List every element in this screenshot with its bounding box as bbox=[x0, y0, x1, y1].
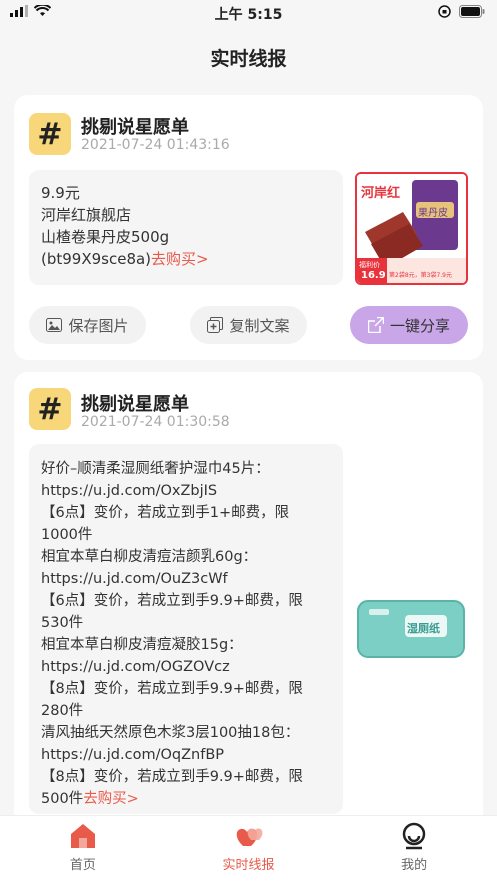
post-line: 530件 bbox=[41, 615, 84, 631]
share-label: 一键分享 bbox=[389, 316, 450, 335]
tab-bar: 首页 实时线报 我的 bbox=[0, 815, 497, 883]
copy-text-label: 复制文案 bbox=[229, 316, 290, 335]
post-title: 挑剔说星愿单 bbox=[81, 117, 189, 138]
tab-live[interactable]: 实时线报 bbox=[166, 816, 332, 883]
product-name: 湿厕纸 bbox=[407, 622, 440, 635]
post-time: 2021-07-24 01:43:16 bbox=[81, 137, 230, 153]
save-image-label: 保存图片 bbox=[68, 316, 129, 335]
image-icon bbox=[46, 318, 63, 332]
post-line: 山楂卷果丹皮500g bbox=[41, 228, 170, 246]
hashtag-icon: # bbox=[29, 113, 71, 155]
post-line: 500件去购买> bbox=[41, 791, 139, 807]
product-brand: 河岸红 bbox=[361, 186, 401, 201]
post-line: 【6点】变价，若成立到手1+邮费，限 bbox=[41, 505, 290, 521]
post-text[interactable]: 好价–顺清柔湿厕纸奢护湿巾45片： https://u.jd.com/OxZbj… bbox=[29, 444, 343, 814]
price-value: 16.9 bbox=[361, 270, 386, 281]
post-line: (bt99X9sce8a)去购买> bbox=[41, 250, 209, 268]
post-line: 280件 bbox=[41, 703, 84, 719]
hearts-icon bbox=[236, 828, 262, 846]
post-line: 【8点】变价，若成立到手9.9+邮费，限 bbox=[41, 681, 303, 697]
post-title: 挑剔说星愿单 bbox=[81, 394, 189, 415]
product-name: 果丹皮 bbox=[418, 208, 448, 219]
save-image-button[interactable]: 保存图片 bbox=[29, 306, 146, 344]
product-image[interactable]: 湿厕纸 bbox=[355, 587, 468, 669]
post-line: 9.9元 bbox=[41, 184, 80, 202]
hashtag-icon: # bbox=[29, 388, 71, 430]
post-line: https://u.jd.com/OqZnfBP bbox=[41, 747, 225, 763]
post-line: https://u.jd.com/OxZbjIS bbox=[41, 483, 218, 499]
home-icon bbox=[70, 824, 95, 848]
buy-link[interactable]: 去购买> bbox=[83, 791, 139, 807]
tab-mine-label: 我的 bbox=[401, 858, 428, 873]
status-time: 上午 5:15 bbox=[214, 7, 283, 23]
post-line: 相宜本草白柳皮清痘凝胶15g： bbox=[41, 637, 243, 653]
post-line: 好价–顺清柔湿厕纸奢护湿巾45片： bbox=[41, 461, 270, 477]
status-bar: 上午 5:15 bbox=[0, 0, 497, 28]
orientation-lock-icon bbox=[438, 5, 451, 18]
promo-text: 第2袋8元，第3袋7.9元 bbox=[389, 272, 452, 279]
tab-live-label: 实时线报 bbox=[222, 858, 275, 873]
post-card: # 挑剔说星愿单 2021-07-24 01:43:16 9.9元 河岸红旗舰店… bbox=[14, 95, 483, 360]
page-title: 实时线报 bbox=[210, 48, 287, 70]
post-line: 【8点】变价，若成立到手9.9+邮费，限 bbox=[41, 769, 303, 785]
share-button[interactable]: 一键分享 bbox=[350, 306, 468, 344]
post-line: https://u.jd.com/OGZOVcz bbox=[41, 659, 230, 675]
post-line: 【6点】变价，若成立到手9.9+邮费，限 bbox=[41, 593, 303, 609]
tab-home[interactable]: 首页 bbox=[0, 816, 166, 883]
post-text[interactable]: 9.9元 河岸红旗舰店 山楂卷果丹皮500g (bt99X9sce8a)去购买> bbox=[29, 170, 343, 285]
post-line: 相宜本草白柳皮清痘洁颜乳60g： bbox=[41, 549, 258, 565]
tab-home-label: 首页 bbox=[69, 858, 96, 873]
copy-icon bbox=[207, 317, 224, 333]
status-right bbox=[438, 5, 485, 18]
post-line: 1000件 bbox=[41, 527, 93, 543]
post-time: 2021-07-24 01:30:58 bbox=[81, 414, 230, 430]
buy-link[interactable]: 去购买> bbox=[151, 250, 209, 268]
post-line: 河岸红旗舰店 bbox=[41, 206, 132, 224]
copy-text-button[interactable]: 复制文案 bbox=[190, 306, 307, 344]
tab-mine[interactable]: 我的 bbox=[331, 816, 497, 883]
product-image[interactable]: 河岸红 果丹皮 福利价 16.9 第2袋8元，第3袋7.9元 bbox=[355, 172, 468, 285]
post-card: # 挑剔说星愿单 2021-07-24 01:30:58 好价–顺清柔湿厕纸奢护… bbox=[14, 372, 483, 832]
post-line: 清风抽纸天然原色木浆3层100抽18包： bbox=[41, 725, 300, 741]
price-tag-label: 福利价 bbox=[359, 261, 380, 269]
share-icon bbox=[367, 317, 384, 333]
profile-icon bbox=[402, 822, 426, 850]
battery-icon bbox=[459, 5, 485, 18]
post-line: https://u.jd.com/OuZ3cWf bbox=[41, 571, 228, 587]
